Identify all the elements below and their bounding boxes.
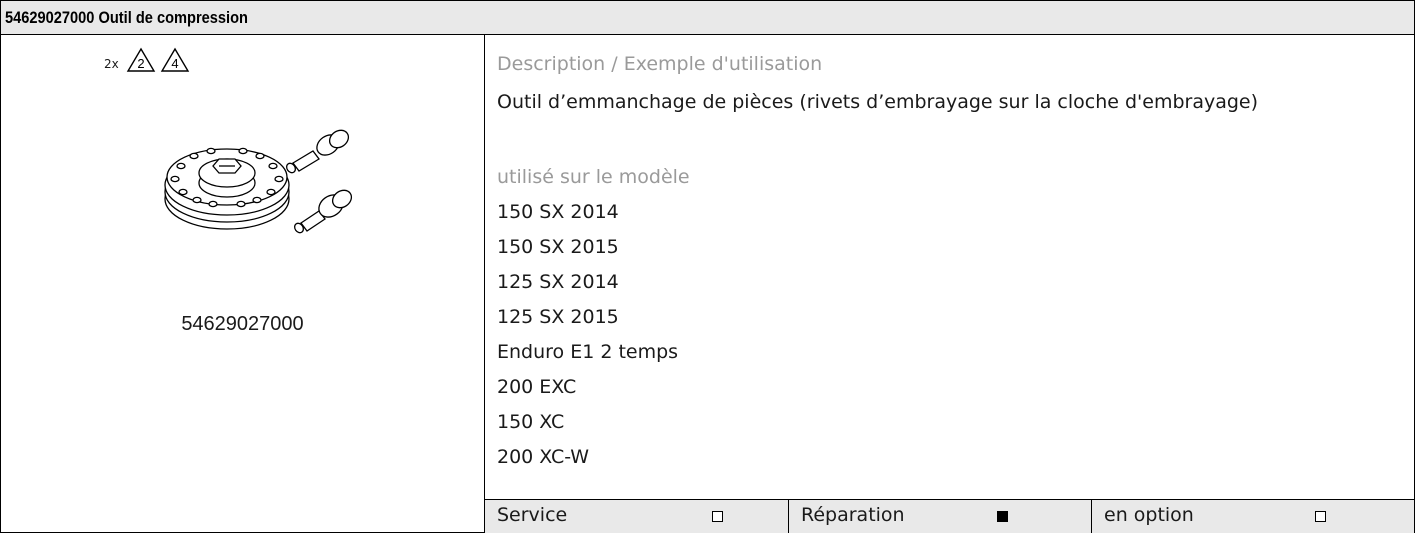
hazard-symbol-1: 2	[137, 56, 144, 71]
option-checkbox[interactable]	[1315, 511, 1326, 522]
compression-tool-illustration	[164, 129, 353, 234]
card-title: 54629027000 Outil de compression	[5, 8, 248, 27]
model-item: 125 SX 2015	[497, 306, 619, 328]
description-label: Description / Exemple d'utilisation	[497, 53, 823, 75]
model-item: 150 SX 2014	[497, 201, 619, 223]
hazard-count: 2x	[104, 57, 119, 71]
model-item: 150 XC	[497, 411, 565, 433]
model-item: 125 SX 2014	[497, 271, 619, 293]
card-header: 54629027000 Outil de compression	[1, 1, 1414, 35]
model-item: 200 XC-W	[497, 446, 590, 468]
details-column: Description / Exemple d'utilisation Outi…	[485, 35, 1414, 532]
category-footer: Service Réparation en option	[485, 499, 1414, 533]
warning-triangle-icon: 2	[126, 47, 155, 72]
repair-label: Réparation	[801, 504, 905, 526]
option-label: en option	[1104, 504, 1194, 526]
warning-triangle-icon: 4	[160, 47, 189, 72]
hazard-symbol-2: 4	[171, 56, 178, 71]
model-item: Enduro E1 2 temps	[497, 341, 679, 363]
models-label: utilisé sur le modèle	[497, 166, 690, 188]
model-item: 150 SX 2015	[497, 236, 619, 258]
illustration-column: 2x 2 4 54629027000	[1, 35, 484, 532]
service-checkbox[interactable]	[712, 511, 723, 522]
model-item: 200 EXC	[497, 376, 577, 398]
repair-checkbox[interactable]	[997, 511, 1008, 522]
part-number: 54629027000	[181, 313, 304, 335]
service-label: Service	[497, 504, 568, 526]
option-cell: en option	[1091, 500, 1414, 533]
repair-cell: Réparation	[788, 500, 1091, 533]
tool-card: 54629027000 Outil de compression 2x 2 4	[0, 0, 1415, 533]
service-cell: Service	[485, 500, 788, 533]
hazard-markings: 2x 2 4	[104, 47, 190, 73]
description-text: Outil d’emmanchage de pièces (rivets d’e…	[497, 91, 1259, 113]
